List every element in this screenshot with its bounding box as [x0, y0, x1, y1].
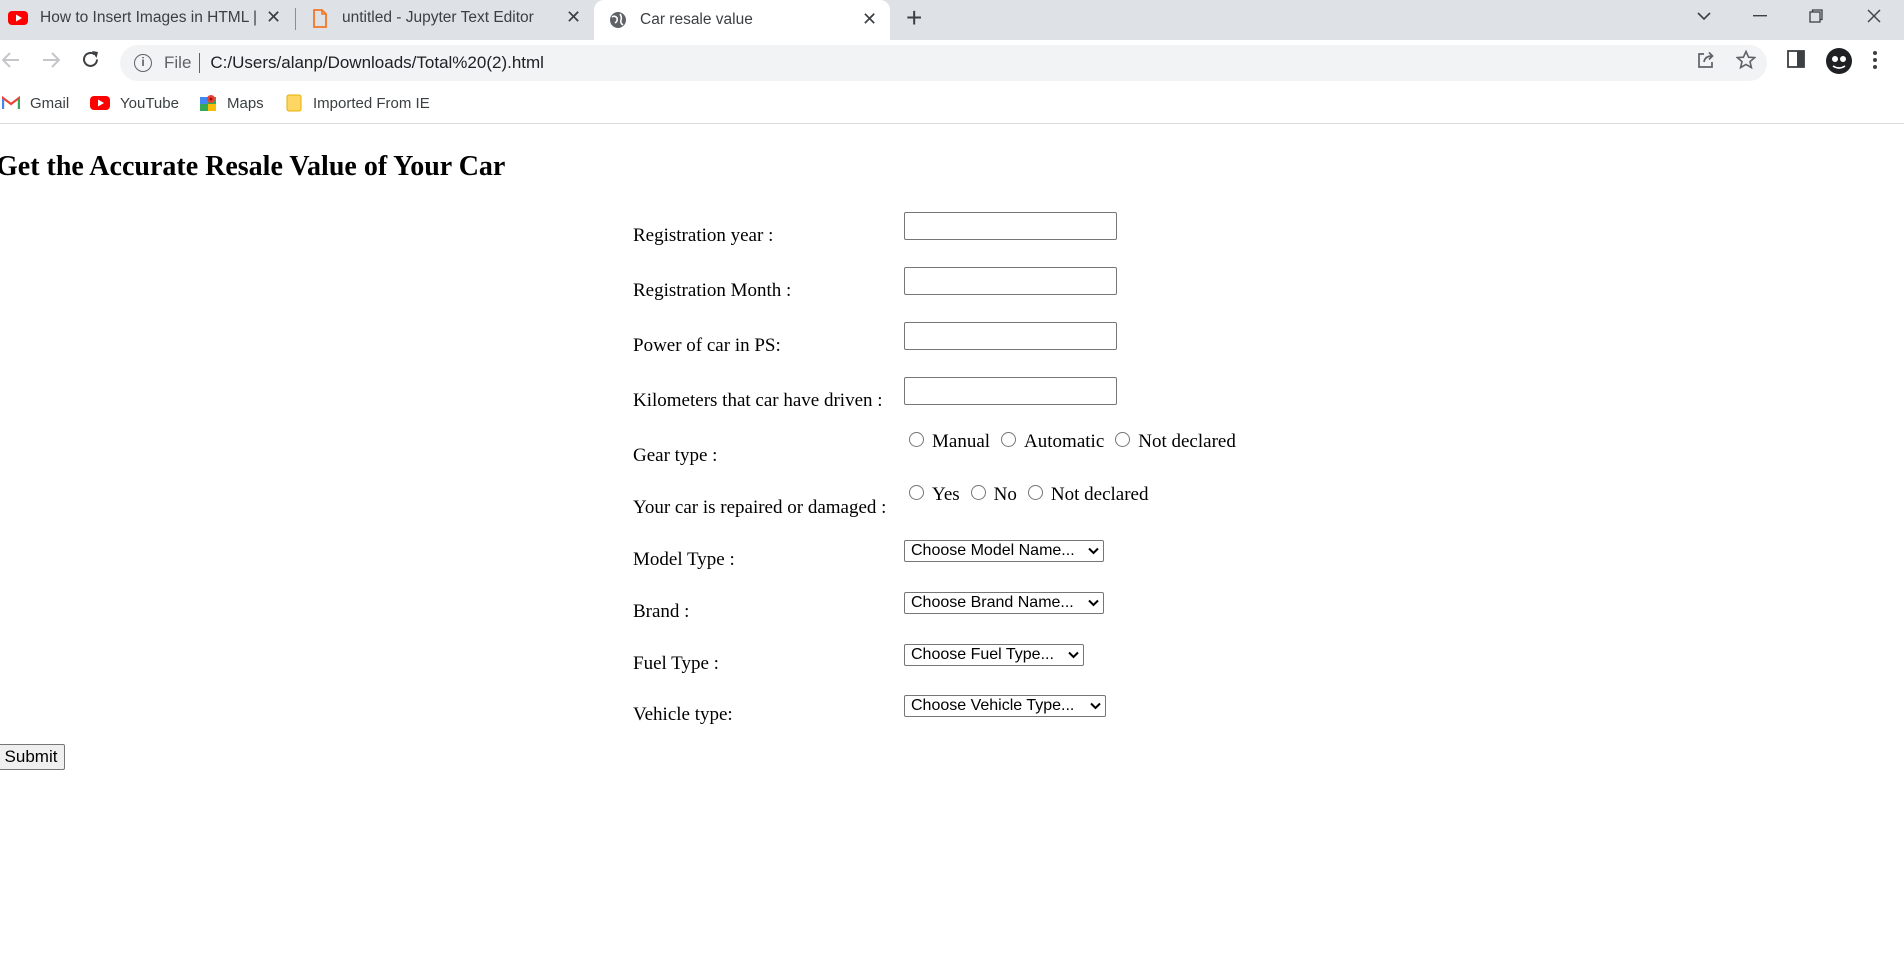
- new-tab-plus-icon[interactable]: +: [906, 4, 922, 32]
- browser-toolbar: i File C:/Users/alanp/Downloads/Total%20…: [0, 40, 1904, 86]
- vehicle-type-select[interactable]: Choose Vehicle Type...: [904, 695, 1106, 717]
- vehicle-type-label: Vehicle type:: [633, 704, 733, 725]
- fuel-type-select[interactable]: Choose Fuel Type...: [904, 644, 1084, 666]
- gear-manual-radio[interactable]: [909, 431, 924, 447]
- page-title: Get the Accurate Resale Value of Your Ca…: [0, 151, 506, 182]
- damage-radio-group: Yes No Not declared: [906, 484, 1156, 506]
- tab-title: untitled - Jupyter Text Editor: [342, 9, 534, 26]
- bookmark-star-icon[interactable]: [1735, 49, 1757, 76]
- gear-automatic-radio[interactable]: [1001, 431, 1017, 447]
- close-tab-icon[interactable]: ✕: [566, 8, 581, 26]
- bookmark-label: Maps: [227, 94, 264, 112]
- maps-icon: [199, 94, 217, 112]
- gear-type-label: Gear type :: [633, 445, 718, 466]
- gear-automatic-label: Automatic: [1024, 431, 1105, 452]
- globe-icon: [608, 10, 628, 30]
- site-info-icon[interactable]: i: [134, 54, 152, 72]
- registration-month-input[interactable]: [904, 267, 1117, 295]
- profile-avatar-icon[interactable]: [1825, 47, 1853, 81]
- youtube-icon: [8, 8, 28, 28]
- model-type-select[interactable]: Choose Model Name...: [904, 540, 1104, 562]
- bookmark-label: Imported From IE: [313, 94, 430, 112]
- fuel-type-selected: Choose Fuel Type...: [911, 646, 1054, 663]
- damage-no-label: No: [993, 484, 1017, 505]
- damage-not-declared-radio[interactable]: [1027, 484, 1043, 500]
- kilometers-input[interactable]: [904, 377, 1117, 405]
- bookmark-maps[interactable]: Maps: [199, 94, 264, 112]
- gmail-icon: [2, 94, 20, 112]
- forward-arrow-icon[interactable]: [42, 50, 61, 74]
- tab-how-to-insert-images[interactable]: How to Insert Images in HTML | A ✕: [8, 0, 288, 36]
- chevron-down-icon: [1088, 543, 1099, 558]
- more-menu-icon[interactable]: [1872, 50, 1878, 76]
- model-type-selected: Choose Model Name...: [911, 542, 1075, 559]
- bookmarks-bar: Gmail YouTube Maps Imported From IE: [0, 86, 1904, 124]
- chevron-down-icon: [1088, 595, 1099, 610]
- folder-icon: [285, 94, 303, 112]
- gear-not-declared-radio[interactable]: [1115, 431, 1131, 447]
- url-scheme: File: [164, 53, 192, 72]
- fuel-type-label: Fuel Type :: [633, 653, 719, 674]
- bookmark-gmail[interactable]: Gmail: [2, 94, 69, 112]
- gear-manual-label: Manual: [932, 431, 991, 452]
- damage-yes-radio[interactable]: [909, 484, 924, 500]
- brand-select[interactable]: Choose Brand Name...: [904, 592, 1104, 614]
- bookmark-label: Gmail: [30, 94, 70, 112]
- tab-search-chevron-icon[interactable]: [1676, 0, 1732, 32]
- power-label: Power of car in PS:: [633, 335, 781, 356]
- registration-year-input[interactable]: [904, 212, 1117, 240]
- bookmark-youtube[interactable]: YouTube: [90, 94, 179, 112]
- back-arrow-icon[interactable]: [1, 50, 20, 74]
- tab-strip: How to Insert Images in HTML | A ✕ untit…: [0, 0, 1904, 40]
- brand-label: Brand :: [633, 601, 690, 622]
- power-input[interactable]: [904, 322, 1117, 350]
- tab-title: How to Insert Images in HTML | A: [40, 9, 260, 26]
- url-text[interactable]: C:/Users/alanp/Downloads/Total%20(2).htm…: [210, 53, 544, 73]
- damage-label: Your car is repaired or damaged :: [633, 497, 887, 518]
- tab-jupyter-text-editor[interactable]: untitled - Jupyter Text Editor ✕: [310, 0, 590, 36]
- address-bar[interactable]: i File C:/Users/alanp/Downloads/Total%20…: [120, 45, 1767, 81]
- close-tab-icon[interactable]: ✕: [266, 8, 281, 26]
- tab-separator: [295, 8, 296, 30]
- bookmark-label: YouTube: [120, 94, 179, 112]
- gear-not-declared-label: Not declared: [1138, 431, 1236, 452]
- gear-type-radio-group: Manual Automatic Not declared: [906, 431, 1244, 453]
- close-tab-icon[interactable]: ✕: [862, 10, 877, 28]
- model-type-label: Model Type :: [633, 549, 735, 570]
- brand-selected: Choose Brand Name...: [911, 594, 1074, 611]
- kilometers-label: Kilometers that car have driven :: [633, 390, 883, 411]
- close-window-icon[interactable]: [1846, 0, 1902, 32]
- chevron-down-icon: [1090, 698, 1101, 713]
- damage-not-declared-label: Not declared: [1050, 484, 1149, 505]
- chevron-down-icon: [1068, 647, 1079, 662]
- damage-no-radio[interactable]: [970, 484, 986, 500]
- vehicle-type-selected: Choose Vehicle Type...: [911, 697, 1075, 714]
- registration-year-label: Registration year :: [633, 225, 774, 246]
- submit-button[interactable]: Submit: [0, 744, 65, 770]
- youtube-icon: [90, 94, 110, 112]
- file-icon: [310, 8, 330, 28]
- bookmark-imported-from-ie[interactable]: Imported From IE: [285, 94, 430, 112]
- divider: [199, 53, 201, 73]
- tab-title: Car resale value: [640, 11, 753, 28]
- side-panel-icon[interactable]: [1787, 50, 1805, 74]
- share-icon[interactable]: [1696, 50, 1716, 76]
- tab-car-resale-value[interactable]: Car resale value ✕: [594, 0, 890, 40]
- minimize-icon[interactable]: [1732, 0, 1788, 32]
- damage-yes-label: Yes: [932, 484, 960, 505]
- registration-month-label: Registration Month :: [633, 280, 792, 301]
- reload-icon[interactable]: [81, 50, 100, 74]
- restore-icon[interactable]: [1788, 0, 1844, 32]
- page-content: Get the Accurate Resale Value of Your Ca…: [0, 125, 1904, 980]
